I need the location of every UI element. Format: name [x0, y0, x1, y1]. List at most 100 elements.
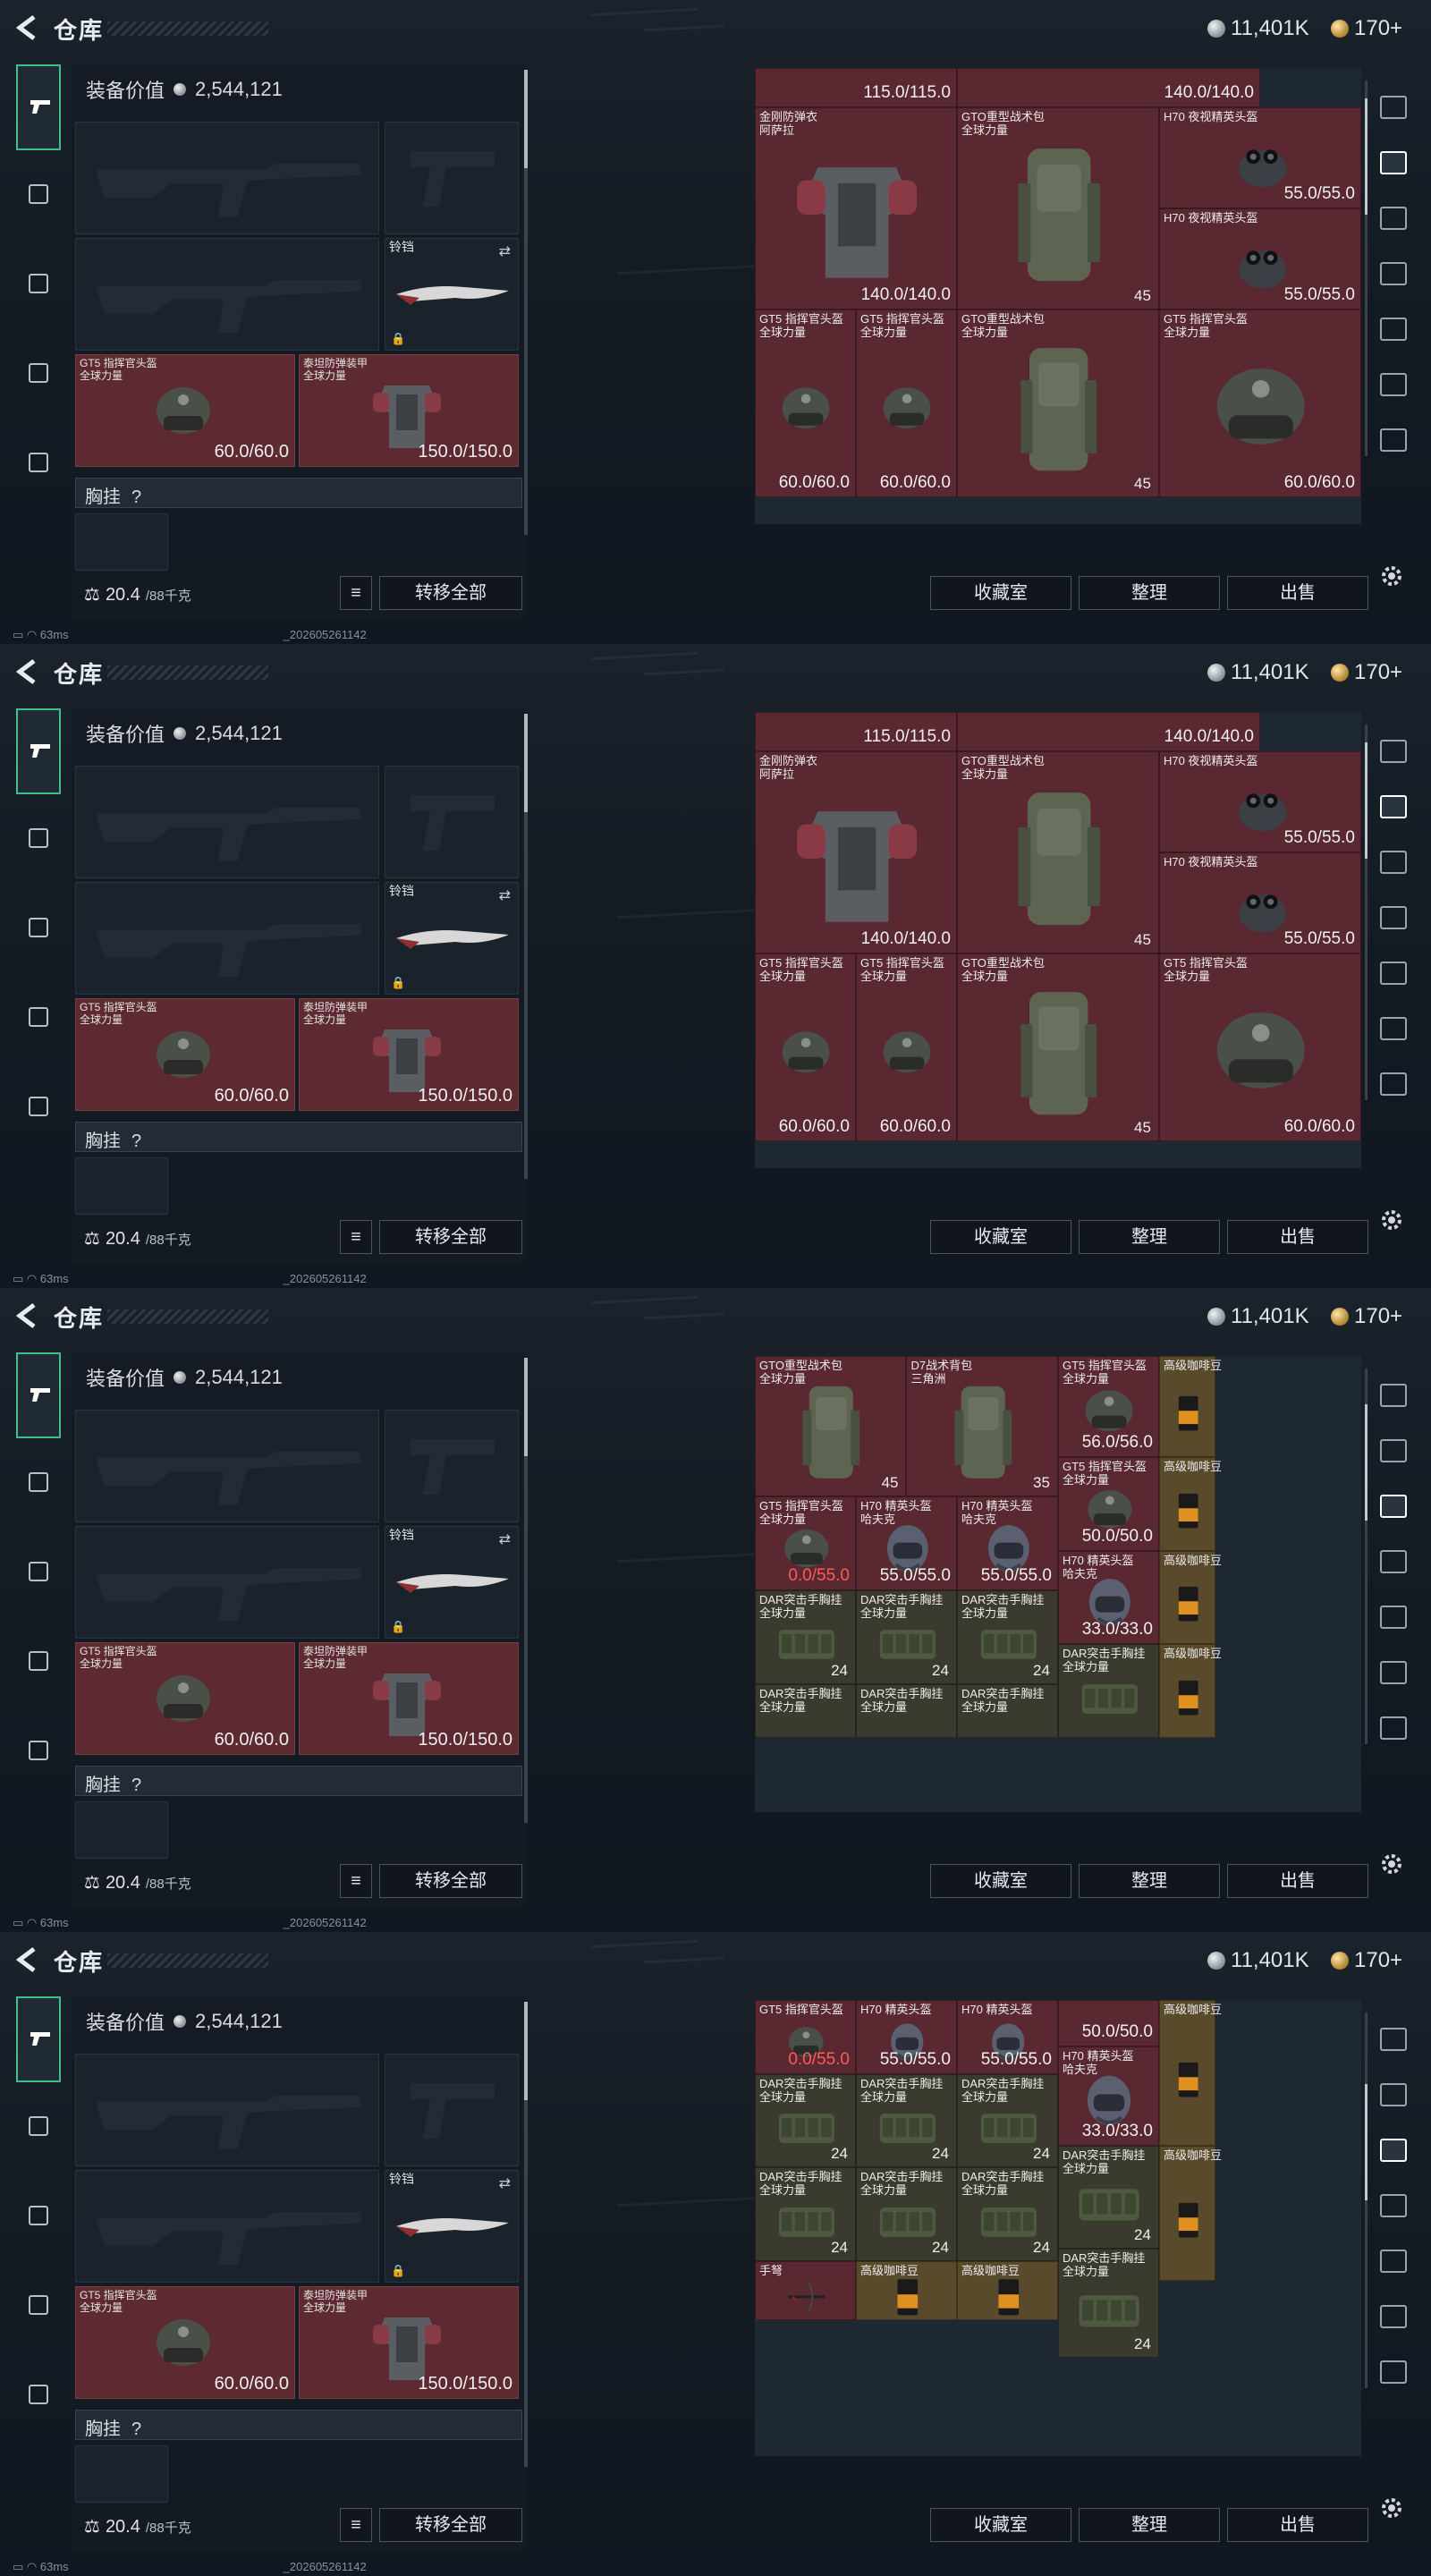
grid-scrollbar[interactable] — [1365, 1368, 1367, 1744]
storage-page-tab[interactable] — [1376, 955, 1411, 991]
tab-backpack[interactable] — [16, 1549, 61, 1594]
storage-item[interactable]: 高级咖啡豆 — [956, 2261, 1058, 2321]
secondary-weapon-slot[interactable] — [75, 1526, 379, 1639]
tab-weapons[interactable] — [16, 708, 61, 794]
list-view-button[interactable]: ≡ — [340, 1220, 372, 1254]
chest-rig-slot[interactable] — [75, 2445, 168, 2503]
grid-scrollbar[interactable] — [1365, 724, 1367, 1100]
silver-currency[interactable]: 11,401K — [1207, 16, 1309, 41]
sort-button[interactable]: 整理 — [1079, 1864, 1220, 1898]
transfer-all-button[interactable]: 转移全部 — [379, 1220, 522, 1254]
storage-item[interactable]: DAR突击手胸挂 全球力量 24 — [1057, 2145, 1159, 2250]
swap-icon[interactable]: ⇄ — [499, 1530, 511, 1548]
storage-item[interactable]: DAR突击手胸挂 全球力量 — [855, 1683, 957, 1739]
collection-button[interactable]: 收藏室 — [930, 2508, 1071, 2542]
help-icon[interactable]: ? — [131, 487, 141, 507]
tab-chest-rig[interactable] — [16, 2283, 61, 2327]
tab-case[interactable] — [16, 1728, 61, 1773]
storage-item[interactable]: DAR突击手胸挂 全球力量 — [755, 1683, 856, 1739]
collection-button[interactable]: 收藏室 — [930, 1864, 1071, 1898]
tab-weapons[interactable] — [16, 1352, 61, 1438]
tab-backpack[interactable] — [16, 905, 61, 950]
storage-page-tab[interactable] — [1376, 422, 1411, 458]
storage-item[interactable]: GT5 指挥官头盔 全球力量 60.0/60.0 — [755, 309, 856, 497]
melee-slot[interactable]: 铃铛 ⇄ 🔒 — [385, 2170, 519, 2283]
storage-item[interactable]: GT5 指挥官头盔 全球力量 60.0/60.0 — [755, 953, 856, 1141]
settings-gear-icon[interactable] — [1379, 2496, 1404, 2521]
chest-rig-section[interactable]: 胸挂? — [75, 478, 522, 508]
melee-slot[interactable]: 铃铛 ⇄ 🔒 — [385, 882, 519, 995]
body-armor-slot[interactable]: 泰坦防弹装甲 全球力量 150.0/150.0 — [299, 998, 519, 1111]
scrollbar-thumb[interactable] — [524, 1358, 528, 1456]
storage-item[interactable]: DAR突击手胸挂 全球力量 24 — [956, 2073, 1058, 2168]
storage-page-tab[interactable] — [1376, 1066, 1411, 1102]
storage-item[interactable]: 50.0/50.0 — [1057, 2000, 1159, 2047]
tab-chest-rig[interactable] — [16, 351, 61, 395]
sell-button[interactable]: 出售 — [1227, 1864, 1368, 1898]
tab-weapons[interactable] — [16, 64, 61, 150]
storage-item[interactable]: GTO重型战术包 全球力量 45 — [755, 1356, 907, 1497]
silver-currency[interactable]: 11,401K — [1207, 660, 1309, 685]
sell-button[interactable]: 出售 — [1227, 2508, 1368, 2542]
storage-item[interactable]: GT5 指挥官头盔 0.0/55.0 — [755, 2000, 856, 2074]
secondary-weapon-slot[interactable] — [75, 882, 379, 995]
sort-button[interactable]: 整理 — [1079, 576, 1220, 610]
storage-item[interactable]: DAR突击手胸挂 全球力量 24 — [755, 2167, 856, 2262]
storage-page-tab[interactable] — [1376, 1488, 1411, 1524]
swap-icon[interactable]: ⇄ — [499, 242, 511, 260]
back-button[interactable] — [14, 1946, 39, 1973]
storage-item[interactable]: DAR突击手胸挂 全球力量 24 — [956, 2167, 1058, 2262]
sidearm-slot[interactable] — [385, 122, 519, 234]
storage-item[interactable]: DAR突击手胸挂 全球力量 24 — [1057, 2249, 1159, 2358]
storage-item[interactable]: 高级咖啡豆 — [1158, 1644, 1222, 1739]
chest-rig-slot[interactable] — [75, 1157, 168, 1215]
primary-weapon-slot[interactable] — [75, 2054, 379, 2166]
sell-button[interactable]: 出售 — [1227, 1220, 1368, 1254]
secondary-weapon-slot[interactable] — [75, 2170, 379, 2283]
storage-page-tab[interactable] — [1376, 145, 1411, 181]
scrollbar-thumb[interactable] — [524, 2002, 528, 2100]
help-icon[interactable]: ? — [131, 2419, 141, 2439]
scrollbar-thumb[interactable] — [524, 714, 528, 812]
list-view-button[interactable]: ≡ — [340, 2508, 372, 2542]
grid-scrollbar[interactable] — [1365, 2012, 1367, 2388]
storage-item[interactable]: GT5 指挥官头盔 全球力量 60.0/60.0 — [855, 309, 957, 497]
loadout-scrollbar[interactable] — [524, 714, 528, 1179]
storage-page-tab[interactable] — [1376, 367, 1411, 402]
storage-item[interactable]: GT5 指挥官头盔 全球力量 60.0/60.0 — [1158, 309, 1361, 497]
melee-slot[interactable]: 铃铛 ⇄ 🔒 — [385, 238, 519, 351]
storage-page-tab[interactable] — [1376, 2021, 1411, 2057]
primary-weapon-slot[interactable] — [75, 766, 379, 878]
chest-rig-section[interactable]: 胸挂? — [75, 1122, 522, 1152]
storage-item[interactable]: 金刚防弹衣 阿萨拉 140.0/140.0 — [755, 751, 957, 954]
chest-rig-section[interactable]: 胸挂? — [75, 1766, 522, 1796]
storage-page-tab[interactable] — [1376, 1544, 1411, 1580]
storage-page-tab[interactable] — [1376, 2354, 1411, 2390]
settings-gear-icon[interactable] — [1379, 1852, 1404, 1877]
scrollbar-thumb[interactable] — [524, 70, 528, 168]
settings-gear-icon[interactable] — [1379, 564, 1404, 589]
chest-rig-slot[interactable] — [75, 513, 168, 571]
storage-item[interactable]: DAR突击手胸挂 全球力量 24 — [855, 2167, 957, 2262]
silver-currency[interactable]: 11,401K — [1207, 1948, 1309, 1973]
sidearm-slot[interactable] — [385, 766, 519, 878]
storage-item[interactable]: GT5 指挥官头盔 全球力量 60.0/60.0 — [1158, 953, 1361, 1141]
storage-item[interactable]: 115.0/115.0 — [755, 712, 957, 752]
gold-currency[interactable]: 170+ — [1331, 660, 1402, 685]
help-icon[interactable]: ? — [131, 1131, 141, 1151]
storage-item[interactable]: H70 精英头盔 哈夫克 33.0/33.0 — [1057, 2046, 1159, 2146]
tab-backpack[interactable] — [16, 2193, 61, 2238]
storage-item[interactable]: DAR突击手胸挂 全球力量 24 — [755, 1589, 856, 1684]
storage-item[interactable]: 高级咖啡豆 — [1158, 2145, 1222, 2282]
primary-weapon-slot[interactable] — [75, 122, 379, 234]
storage-item[interactable]: H70 精英头盔 55.0/55.0 — [855, 2000, 957, 2074]
storage-item[interactable]: H70 精英头盔 哈夫克 33.0/33.0 — [1057, 1550, 1159, 1645]
gold-currency[interactable]: 170+ — [1331, 1304, 1402, 1329]
helmet-slot[interactable]: GT5 指挥官头盔 全球力量 60.0/60.0 — [75, 354, 295, 467]
storage-page-tab[interactable] — [1376, 1377, 1411, 1413]
storage-page-tab[interactable] — [1376, 2188, 1411, 2224]
storage-item[interactable]: DAR突击手胸挂 全球力量 24 — [755, 2073, 856, 2168]
storage-item[interactable]: H70 夜视精英头盔 55.0/55.0 — [1158, 751, 1361, 853]
storage-item[interactable]: H70 夜视精英头盔 55.0/55.0 — [1158, 208, 1361, 310]
sort-button[interactable]: 整理 — [1079, 2508, 1220, 2542]
